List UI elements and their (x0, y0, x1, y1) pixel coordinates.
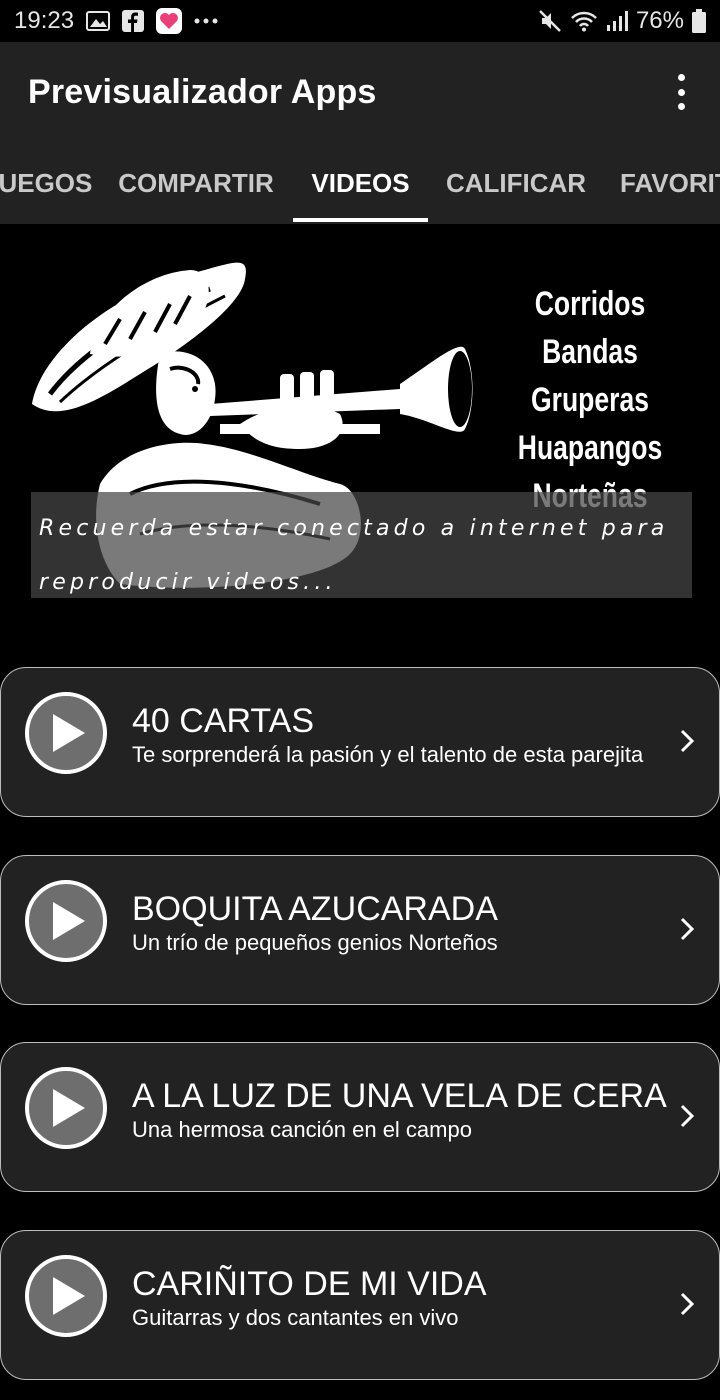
status-bar: 19:23 76% (0, 0, 720, 42)
tab-compartir[interactable]: COMPARTIR (106, 142, 286, 224)
video-subtitle: Una hermosa canción en el campo (132, 1117, 472, 1142)
status-time: 19:23 (14, 7, 75, 34)
video-title: 40 CARTAS (132, 702, 315, 740)
video-card[interactable]: CARIÑITO DE MI VIDA Guitarras y dos cant… (0, 1230, 720, 1380)
video-card[interactable]: 40 CARTAS Te sorprenderá la pasión y el … (0, 667, 720, 817)
banner-word: Huapangos (517, 429, 663, 467)
video-title: CARIÑITO DE MI VIDA (132, 1265, 487, 1303)
video-card[interactable]: A LA LUZ DE UNA VELA DE CERA Una hermosa… (0, 1042, 720, 1192)
play-icon[interactable] (25, 692, 107, 774)
play-icon[interactable] (25, 1067, 107, 1149)
chevron-right-icon (680, 1104, 695, 1128)
video-subtitle: Un trío de pequeños genios Norteños (132, 930, 498, 955)
video-subtitle: Te sorprenderá la pasión y el talento de… (132, 742, 644, 767)
video-subtitle: Guitarras y dos cantantes en vivo (132, 1305, 459, 1330)
tab-indicator (293, 218, 428, 222)
play-icon[interactable] (25, 1255, 107, 1337)
banner: Corridos Bandas Gruperas Huapangos Norte… (0, 224, 720, 614)
chevron-right-icon (680, 729, 695, 753)
banner-caption-text: Recuerda estar conectado a internet para… (39, 516, 669, 595)
battery-icon (692, 9, 706, 33)
tab-videos[interactable]: VIDEOS (293, 142, 428, 224)
play-icon[interactable] (25, 880, 107, 962)
more-notifications-icon (194, 17, 218, 25)
tab-favoritos[interactable]: FAVORITOS (620, 142, 720, 224)
chevron-right-icon (680, 1292, 695, 1316)
banner-word: Bandas (542, 333, 638, 371)
video-title: A LA LUZ DE UNA VELA DE CERA (132, 1077, 667, 1115)
gallery-icon (86, 11, 111, 31)
banner-word: Gruperas (531, 381, 649, 419)
chevron-right-icon (680, 917, 695, 941)
battery-percentage: 76% (635, 7, 684, 34)
video-title: BOQUITA AZUCARADA (132, 890, 498, 928)
facebook-icon (122, 10, 145, 32)
tab-juegos[interactable]: JUEGOS (0, 142, 92, 224)
wifi-icon (570, 10, 598, 32)
banner-caption: Recuerda estar conectado a internet para… (31, 492, 692, 598)
tab-bar: JUEGOS COMPARTIR VIDEOS CALIFICAR FAVORI… (0, 142, 720, 224)
app-notification-icon (156, 8, 183, 34)
mute-icon (538, 9, 562, 33)
banner-word: Corridos (534, 285, 646, 323)
tab-calificar[interactable]: CALIFICAR (436, 142, 596, 224)
signal-icon (606, 10, 628, 32)
banner-genres: Corridos Bandas Gruperas Huapangos Norte… (517, 280, 663, 520)
app-bar: Previsualizador Apps (0, 42, 720, 142)
app-title: Previsualizador Apps (28, 72, 377, 111)
more-vert-icon[interactable] (666, 74, 696, 110)
video-card[interactable]: BOQUITA AZUCARADA Un trío de pequeños ge… (0, 855, 720, 1005)
